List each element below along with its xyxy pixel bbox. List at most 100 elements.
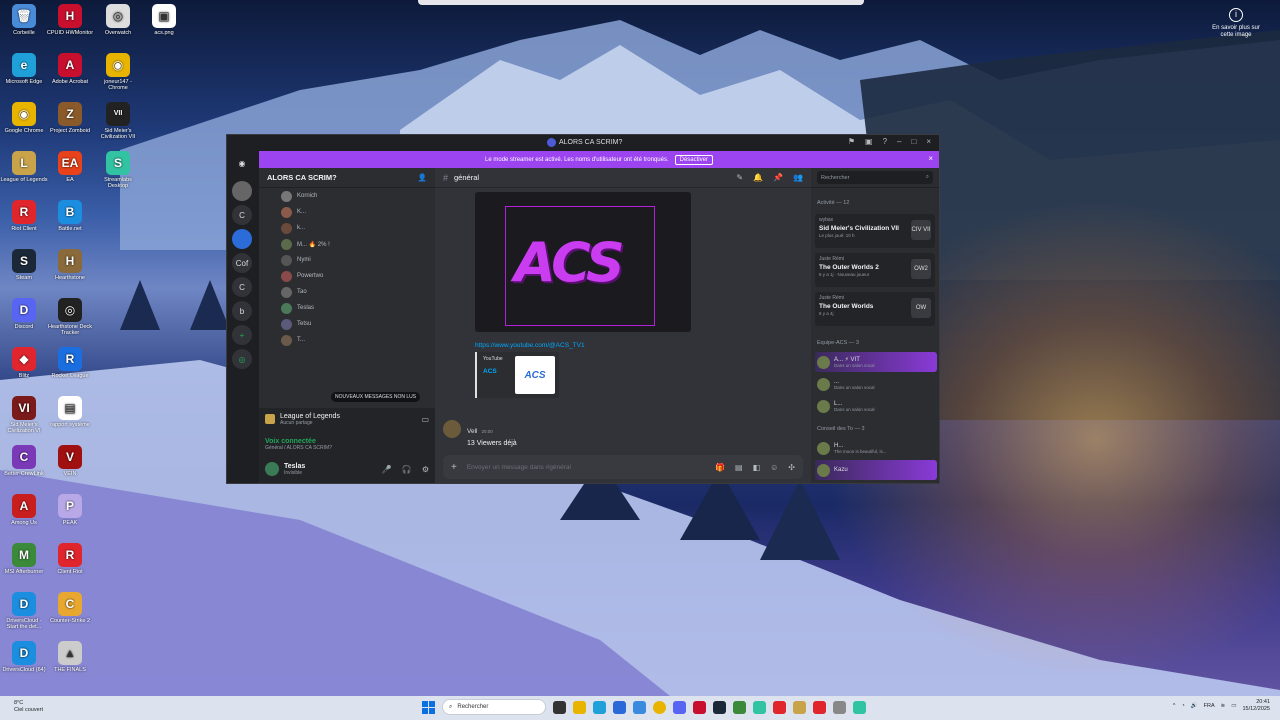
file-explorer-icon[interactable] [573, 700, 586, 714]
app-icon[interactable] [833, 700, 846, 714]
avatar[interactable] [265, 462, 279, 476]
weather-widget[interactable]: 8°C Ciel couvert [14, 700, 43, 714]
composer-placeholder[interactable]: Envoyer un message dans #général [467, 464, 571, 471]
desktop-icon[interactable]: V VEIN [46, 445, 94, 477]
desktop-icon[interactable]: R Client Riot [46, 543, 94, 575]
desktop-icon[interactable]: 🗑 Corbeille [0, 4, 48, 36]
wifi-icon[interactable]: ≋ [1221, 703, 1226, 709]
desktop-icon[interactable]: ◎ Hearthstone Deck Tracker [46, 298, 94, 336]
desktop-icon[interactable]: ◎ Overwatch [94, 4, 142, 36]
members-icon[interactable]: 👥 [793, 173, 803, 182]
image-attachment[interactable]: ACS [475, 192, 691, 332]
chrome-icon[interactable] [653, 700, 666, 714]
embed-thumbnail[interactable]: ACS [515, 356, 555, 394]
windows-start-icon[interactable] [422, 700, 435, 714]
desktop-icon[interactable]: e Microsoft Edge [0, 53, 48, 85]
youtube-link[interactable]: https://www.youtube.com/@ACS_TV1 [475, 342, 585, 349]
discord-window[interactable]: ALORS CA SCRIM? ⚑ ▣ ? – □ × Le mode stre… [226, 134, 940, 484]
chevron-up-icon[interactable]: ^ [1173, 703, 1176, 709]
inbox-icon[interactable]: ⚑ [848, 137, 855, 146]
volume-icon[interactable]: 🔊 [1191, 703, 1198, 709]
share-icon[interactable]: ▭ [421, 415, 429, 424]
close-button[interactable]: × [926, 137, 931, 146]
maximize-button[interactable]: □ [911, 137, 916, 146]
avatar[interactable] [443, 420, 461, 438]
activity-card[interactable]: wybax Sid Meier's Civilization VII Le plus… [815, 214, 935, 248]
desktop-icon[interactable]: VII Sid Meier's Civilization VII [94, 102, 142, 140]
member-row[interactable]: ... Dans un salon vocal [815, 374, 937, 394]
desktop-icon[interactable]: EA EA [46, 151, 94, 183]
desktop-icon[interactable]: P PEAK [46, 494, 94, 526]
voice-member[interactable]: Tao [281, 284, 431, 300]
activity-row[interactable]: League of Legends Aucun partage ▭ [259, 408, 435, 430]
edge-icon[interactable] [593, 700, 606, 714]
desktop-icon[interactable]: A Among Us [0, 494, 48, 526]
desktop-icon[interactable]: M MSI Afterburner [0, 543, 48, 575]
gear-icon[interactable]: ⚙ [422, 465, 429, 474]
search-input[interactable]: Rechercher ⌕ [817, 171, 933, 184]
discord-icon[interactable] [673, 700, 686, 714]
voice-member[interactable]: T... [281, 332, 431, 348]
riot-icon[interactable] [773, 700, 786, 714]
desktop-icon[interactable]: C Counter-Strike 2 [46, 592, 94, 624]
desktop-icon[interactable]: ▲ THE FINALS [46, 641, 94, 673]
app-icon[interactable] [853, 700, 866, 714]
desktop-icon[interactable]: D Discord [0, 298, 48, 330]
desktop-icon[interactable]: ▤ rapport système [46, 396, 94, 428]
member-row[interactable]: H... The moon is beautiful, is... [815, 438, 937, 458]
desktop-icon[interactable]: H CPUID HWMonitor [46, 4, 94, 36]
desktop-icon[interactable]: H Hearthstone [46, 249, 94, 281]
streamlabs-icon[interactable] [753, 700, 766, 714]
server-icon-2[interactable]: Cof [232, 253, 252, 273]
activity-card[interactable]: Juste Rémi The Outer Worlds 6 y a 4j OW [815, 292, 935, 326]
clock[interactable]: 20:41 15/12/2025 [1242, 699, 1270, 713]
network-icon[interactable]: ◔ [1181, 703, 1184, 709]
app-icon[interactable] [733, 700, 746, 714]
desktop-icon[interactable]: R Riot Client [0, 200, 48, 232]
voice-member[interactable]: M... 🔥 2% ! [281, 236, 431, 252]
desktop-icon[interactable]: ◉ joneur147 - Chrome [94, 53, 142, 91]
disable-streamer-button[interactable]: Désactiver [674, 154, 713, 165]
minimize-button[interactable]: – [897, 137, 901, 146]
desktop-icon[interactable]: C Better-CrewLink [0, 445, 48, 477]
server-avatar[interactable] [232, 181, 252, 201]
language-indicator[interactable]: FRA [1204, 703, 1215, 709]
store-icon[interactable] [613, 700, 626, 714]
battery-icon[interactable]: ▭ [1231, 703, 1236, 709]
youtube-embed[interactable]: YouTube ACS ACS [475, 352, 559, 398]
desktop-icon[interactable]: R Rocket League [46, 347, 94, 379]
desktop-icon[interactable]: ◉ Google Chrome [0, 102, 48, 134]
desktop-icon[interactable]: Z Project Zomboid [46, 102, 94, 134]
desktop-icon[interactable]: B Battle.net [46, 200, 94, 232]
title-bar[interactable]: ALORS CA SCRIM? ⚑ ▣ ? – □ × [227, 135, 939, 151]
desktop-icon[interactable]: S Streamlabs Desktop [94, 151, 142, 189]
voice-member[interactable]: Teslas [281, 300, 431, 316]
attach-icon[interactable]: + [451, 462, 457, 473]
steam-icon[interactable] [713, 700, 726, 714]
member-row[interactable]: Kazu [815, 460, 937, 480]
add-server-icon[interactable]: + [232, 325, 252, 345]
mic-icon[interactable]: 🎤 [382, 465, 392, 474]
headphones-icon[interactable]: 🎧 [402, 465, 412, 474]
desktop-icon[interactable]: ◆ Blitz [0, 347, 48, 379]
voice-member[interactable]: Kornich [281, 188, 431, 204]
voice-member[interactable]: k... [281, 220, 431, 236]
voice-member[interactable]: Tetsu [281, 316, 431, 332]
explore-icon[interactable]: ◎ [232, 349, 252, 369]
desktop-icon[interactable]: D DriversCloud (64) [0, 641, 48, 673]
desktop-icon[interactable]: S Steam [0, 249, 48, 281]
server-icon-acs[interactable] [232, 229, 252, 249]
app-icon[interactable] [813, 700, 826, 714]
app-icon[interactable] [693, 700, 706, 714]
desktop-icon[interactable]: VI Sid Meier's Civilization VI [0, 396, 48, 434]
wallpaper-info-button[interactable]: i En savoir plus sur cette image [1206, 8, 1266, 39]
desktop-icon[interactable]: D DriversCloud - Start the det... [0, 592, 48, 630]
message-author[interactable]: Vell [467, 428, 477, 435]
desktop-icon[interactable]: L League of Legends [0, 151, 48, 183]
threads-icon[interactable]: ✎ [736, 173, 743, 182]
sticker-icon[interactable]: ◧ [753, 463, 761, 472]
member-row[interactable]: L... Dans un salon vocal [815, 396, 937, 416]
window-icon[interactable]: ▣ [865, 137, 873, 146]
message-composer[interactable]: + Envoyer un message dans #général 🎁 ▤ ◧… [443, 455, 803, 479]
member-row[interactable]: A... ⚡ VIT Dans un salon vocal [815, 352, 937, 372]
